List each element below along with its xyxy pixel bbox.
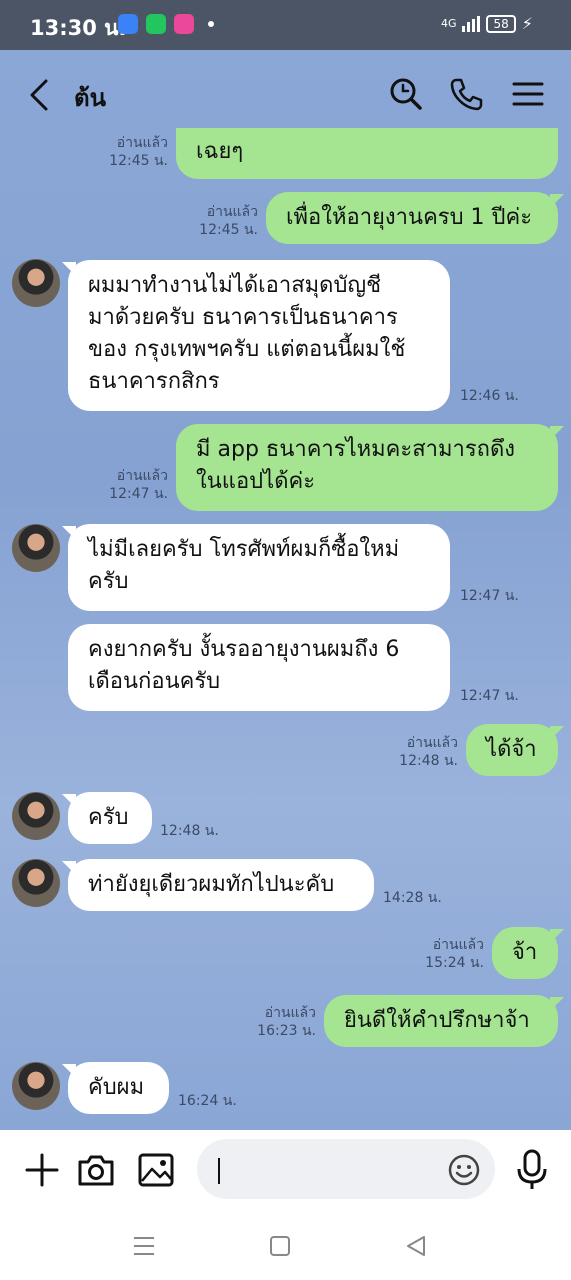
- read-receipt: อ่านแล้ว: [264, 1005, 316, 1021]
- message-line: มาด้วยครับ ธนาคารเป็นธนาคาร: [88, 305, 398, 330]
- message-bubble-sent[interactable]: เฉยๆ: [176, 128, 558, 179]
- message-time: 12:47 น.: [460, 688, 519, 704]
- message-bubble-sent[interactable]: จ้า: [492, 927, 564, 979]
- message-time: 15:24 น.: [425, 955, 484, 971]
- message-bubble-sent[interactable]: ยินดีให้คำปรึกษาจ้า: [324, 995, 564, 1047]
- message-time: 12:46 น.: [460, 388, 519, 404]
- message-time: 12:47 น.: [460, 588, 519, 604]
- contact-avatar[interactable]: [12, 859, 60, 907]
- microphone-icon[interactable]: [512, 1148, 552, 1192]
- message-line: คงยากครับ งั้นรออายุงานผมถึง 6: [88, 637, 400, 662]
- message-bubble-sent[interactable]: เพื่อให้อายุงานครบ 1 ปีค่ะ: [266, 192, 564, 244]
- message-time: 12:48 น.: [160, 823, 219, 839]
- message-line: ของ กรุงเทพฯครับ แต่ตอนนี้ผมใช้: [88, 337, 406, 362]
- message-bubble-received[interactable]: คงยากครับ งั้นรออายุงานผมถึง 6 เดือนก่อน…: [68, 624, 450, 711]
- system-navigation-bar: [0, 1210, 571, 1280]
- message-meta: อ่านแล้ว 12:45 น.: [186, 203, 258, 239]
- message-time: 12:45 น.: [199, 222, 258, 238]
- emoji-icon[interactable]: [446, 1152, 482, 1188]
- message-text: จ้า: [512, 940, 538, 965]
- read-receipt: อ่านแล้ว: [432, 937, 484, 953]
- app-notification-icon: [174, 14, 194, 34]
- message-text: เพื่อให้อายุงานครบ 1 ปีค่ะ: [286, 205, 533, 230]
- menu-icon[interactable]: [510, 76, 546, 112]
- chat-header: ต้น: [0, 50, 571, 138]
- message-text: เฉยๆ: [196, 139, 244, 164]
- call-icon[interactable]: [448, 76, 484, 112]
- network-type: 4G: [440, 17, 457, 30]
- message-time: 16:24 น.: [178, 1093, 237, 1109]
- message-bubble-sent[interactable]: ได้จ้า: [466, 724, 564, 776]
- message-line: ในแอปได้ค่ะ: [196, 469, 316, 494]
- message-line: เดือนก่อนครับ: [88, 669, 221, 694]
- app-notification-icon: [146, 14, 166, 34]
- status-bar: 13:30 น. 4G 58 ⚡: [0, 0, 571, 50]
- contact-avatar[interactable]: [12, 259, 60, 307]
- contact-avatar[interactable]: [12, 1062, 60, 1110]
- status-time: 13:30 น.: [30, 16, 127, 40]
- message-line: ธนาคารกสิกร: [88, 369, 220, 394]
- message-meta: อ่านแล้ว 16:23 น.: [244, 1004, 316, 1040]
- message-line: มี app ธนาคารไหมคะสามารถดึง: [196, 437, 516, 462]
- message-bubble-received[interactable]: ไม่มีเลยครับ โทรศัพท์ผมก็ซื้อใหม่ ครับ: [62, 524, 450, 611]
- read-receipt: อ่านแล้ว: [206, 204, 258, 220]
- chat-title: ต้น: [74, 84, 106, 112]
- message-line: ผมมาทำงานไม่ได้เอาสมุดบัญชี: [88, 273, 382, 298]
- plus-icon[interactable]: [22, 1150, 62, 1190]
- message-text: ได้จ้า: [486, 737, 537, 762]
- home-icon[interactable]: [266, 1232, 294, 1260]
- message-line: ครับ: [88, 569, 129, 594]
- message-time: 12:45 น.: [109, 153, 168, 169]
- message-bubble-received[interactable]: ท่ายังยุเดียวผมทักไปนะคับ: [62, 859, 374, 911]
- message-bubble-received[interactable]: ครับ: [62, 792, 152, 844]
- camera-icon[interactable]: [76, 1150, 116, 1190]
- image-icon[interactable]: [136, 1150, 176, 1190]
- message-time: 16:23 น.: [257, 1023, 316, 1039]
- more-notifications-icon: [208, 21, 214, 27]
- battery-level: 58: [486, 14, 516, 33]
- back-button[interactable]: [26, 78, 56, 112]
- contact-avatar[interactable]: [12, 524, 60, 572]
- notification-icons: [118, 14, 214, 34]
- text-caret: [218, 1158, 220, 1184]
- charging-icon: ⚡: [521, 14, 533, 33]
- signal-icon: [462, 15, 481, 32]
- message-meta: อ่านแล้ว 12:47 น.: [96, 467, 168, 503]
- message-meta: อ่านแล้ว 12:48 น.: [386, 734, 458, 770]
- back-nav-icon[interactable]: [402, 1232, 430, 1260]
- message-input-bar: [0, 1130, 571, 1210]
- message-text: ยินดีให้คำปรึกษาจ้า: [344, 1008, 530, 1033]
- read-receipt: อ่านแล้ว: [406, 735, 458, 751]
- message-line: ไม่มีเลยครับ โทรศัพท์ผมก็ซื้อใหม่: [88, 537, 400, 562]
- search-icon[interactable]: [388, 76, 424, 112]
- recent-apps-icon[interactable]: [130, 1232, 158, 1260]
- message-meta: อ่านแล้ว 15:24 น.: [412, 936, 484, 972]
- message-text: ครับ: [88, 805, 129, 830]
- message-bubble-received[interactable]: คับผม: [62, 1062, 169, 1114]
- message-time: 12:47 น.: [109, 486, 168, 502]
- message-text: คับผม: [88, 1075, 145, 1100]
- read-receipt: อ่านแล้ว: [116, 135, 168, 151]
- message-time: 12:48 น.: [399, 753, 458, 769]
- message-text: ท่ายังยุเดียวผมทักไปนะคับ: [88, 872, 335, 897]
- message-time: 14:28 น.: [383, 890, 442, 906]
- message-bubble-received[interactable]: ผมมาทำงานไม่ได้เอาสมุดบัญชี มาด้วยครับ ธ…: [62, 260, 450, 411]
- app-notification-icon: [118, 14, 138, 34]
- contact-avatar[interactable]: [12, 792, 60, 840]
- message-bubble-sent[interactable]: มี app ธนาคารไหมคะสามารถดึง ในแอปได้ค่ะ: [176, 424, 564, 511]
- read-receipt: อ่านแล้ว: [116, 468, 168, 484]
- system-icons: 4G 58 ⚡: [441, 14, 533, 33]
- message-meta: อ่านแล้ว 12:45 น.: [96, 134, 168, 170]
